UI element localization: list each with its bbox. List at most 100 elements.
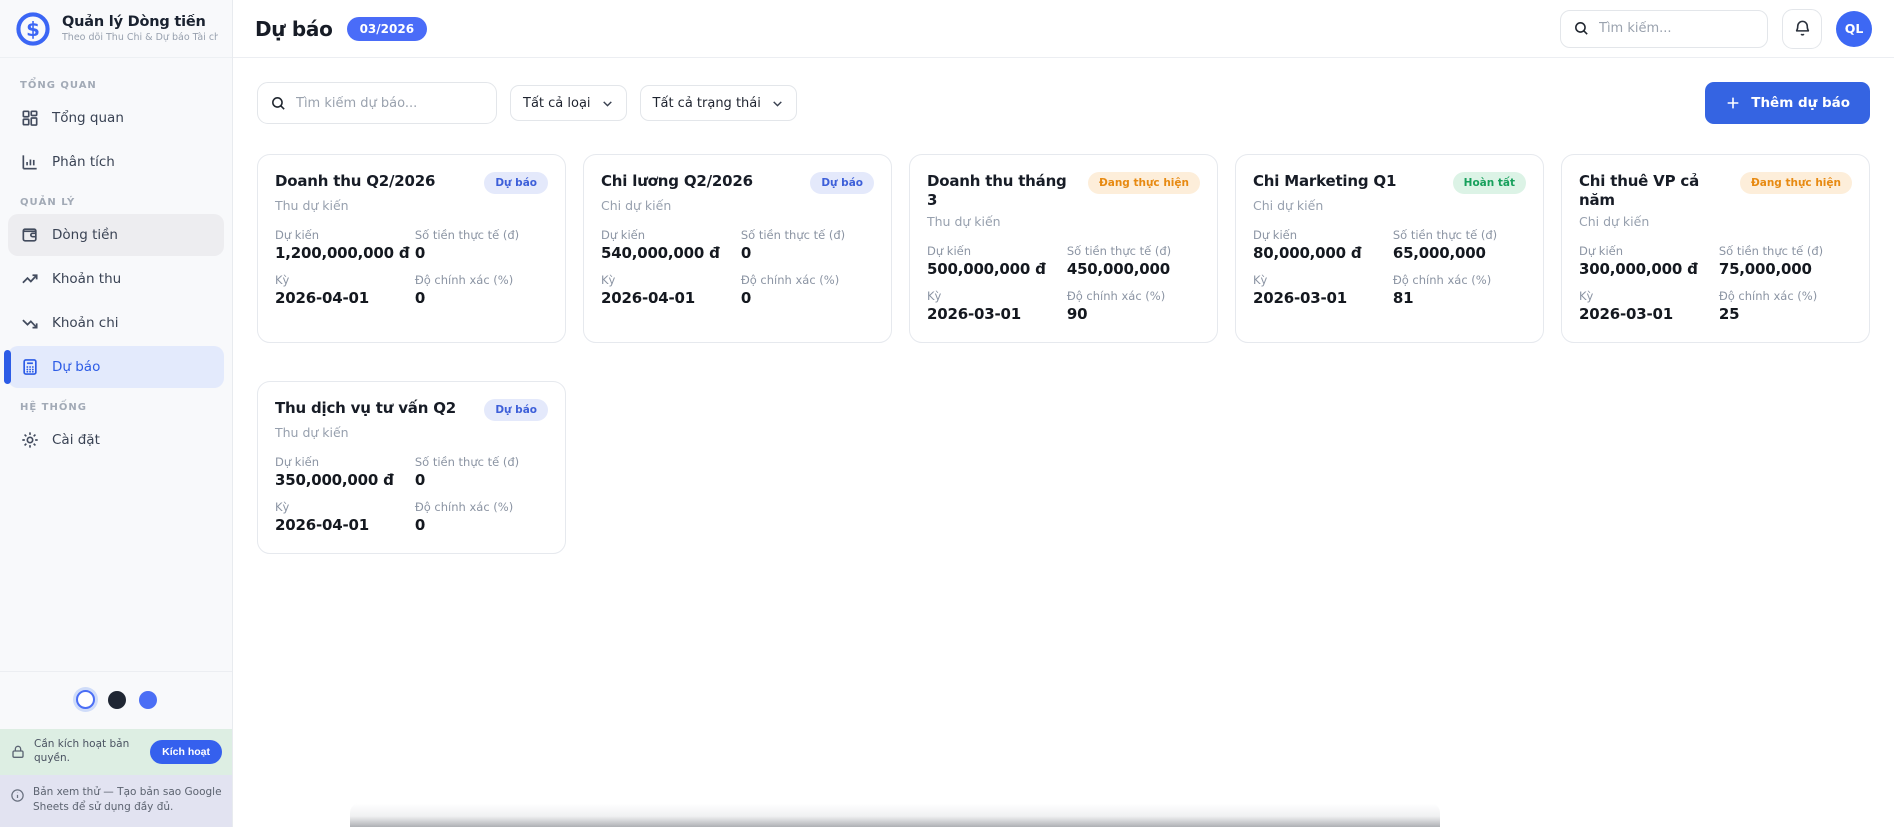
- add-forecast-label: Thêm dự báo: [1751, 95, 1850, 111]
- status-filter-select[interactable]: Tất cả trạng thái: [640, 85, 797, 121]
- license-banner: Cần kích hoạt bản quyền. Kích hoạt: [0, 729, 232, 774]
- status-badge: Đang thực hiện: [1740, 172, 1852, 194]
- bell-icon: [1793, 19, 1812, 38]
- accuracy-label: Độ chính xác (%): [1067, 289, 1200, 303]
- expected-value: 80,000,000 đ: [1253, 244, 1393, 262]
- forecast-search-input[interactable]: [296, 96, 484, 111]
- global-search[interactable]: [1560, 10, 1768, 48]
- period-label: Kỳ: [275, 500, 415, 514]
- forecast-search[interactable]: [257, 82, 497, 124]
- app-brand: $ Quản lý Dòng tiền Theo dõi Thu Chi & D…: [0, 0, 232, 58]
- theme-dot-dark[interactable]: [108, 691, 126, 709]
- actual-value: 450,000,000: [1067, 260, 1200, 278]
- forecast-card[interactable]: Chi Marketing Q1 Hoàn tất Chi dự kiến Dự…: [1235, 154, 1544, 343]
- forecast-toolbar: Tất cả loại Tất cả trạng thái Thêm dự bá…: [233, 58, 1894, 124]
- expected-label: Dự kiến: [275, 228, 415, 242]
- type-filter-value: Tất cả loại: [523, 96, 591, 111]
- period-label: Kỳ: [275, 273, 415, 287]
- accuracy-value: 25: [1719, 305, 1852, 323]
- sidebar-item-label: Phân tích: [52, 154, 115, 170]
- period-label: Kỳ: [601, 273, 741, 287]
- actual-value: 0: [415, 244, 548, 262]
- accuracy-value: 81: [1393, 289, 1526, 307]
- forecast-card-grid: Doanh thu Q2/2026 Dự báo Thu dự kiến Dự …: [233, 124, 1894, 554]
- sidebar-item-khoan-chi[interactable]: Khoản chi: [8, 302, 224, 344]
- page-title: Dự báo: [255, 17, 333, 41]
- global-search-input[interactable]: [1599, 21, 1755, 36]
- status-badge: Hoàn tất: [1453, 172, 1526, 194]
- trial-text: Bản xem thử — Tạo bản sao Google Sheets …: [33, 785, 222, 815]
- sidebar-item-label: Dòng tiền: [52, 227, 118, 243]
- sidebar: $ Quản lý Dòng tiền Theo dõi Thu Chi & D…: [0, 0, 233, 827]
- nav-section-label: Tổng quan: [20, 80, 226, 91]
- card-subtitle: Chi dự kiến: [601, 198, 874, 213]
- nav-section-label: Quản lý: [20, 197, 226, 208]
- theme-switcher: [0, 672, 232, 729]
- nav-section-label: Hệ thống: [20, 402, 226, 413]
- theme-dot-light[interactable]: [76, 690, 95, 709]
- actual-label: Số tiền thực tế (đ): [415, 455, 548, 469]
- card-subtitle: Thu dự kiến: [927, 214, 1200, 229]
- actual-label: Số tiền thực tế (đ): [1393, 228, 1526, 242]
- circle-dollar-logo-icon: $: [14, 10, 52, 48]
- accuracy-value: 90: [1067, 305, 1200, 323]
- card-subtitle: Chi dự kiến: [1579, 214, 1852, 229]
- grid-icon: [20, 108, 40, 128]
- notifications-button[interactable]: [1782, 9, 1822, 49]
- add-forecast-button[interactable]: Thêm dự báo: [1705, 82, 1870, 124]
- status-filter-value: Tất cả trạng thái: [653, 96, 761, 111]
- actual-label: Số tiền thực tế (đ): [1067, 244, 1200, 258]
- sidebar-footer: Cần kích hoạt bản quyền. Kích hoạt Bản x…: [0, 671, 232, 827]
- card-subtitle: Chi dự kiến: [1253, 198, 1526, 213]
- bar-chart-icon: [20, 152, 40, 172]
- actual-value: 0: [741, 244, 874, 262]
- sidebar-item-tong-quan[interactable]: Tổng quan: [8, 97, 224, 139]
- period-value: 2026-03-01: [927, 305, 1067, 323]
- accuracy-value: 0: [741, 289, 874, 307]
- sidebar-item-cai-đat[interactable]: Cài đặt: [8, 419, 224, 461]
- sidebar-item-dong-tien[interactable]: Dòng tiền: [8, 214, 224, 256]
- app-title: Quản lý Dòng tiền: [62, 14, 218, 30]
- actual-value: 65,000,000: [1393, 244, 1526, 262]
- status-badge: Dự báo: [810, 172, 874, 194]
- info-icon: [10, 788, 25, 803]
- expected-label: Dự kiến: [275, 455, 415, 469]
- period-label: Kỳ: [1579, 289, 1719, 303]
- user-avatar[interactable]: QL: [1836, 11, 1872, 47]
- card-title: Chi thuê VP cả năm: [1579, 172, 1732, 210]
- activate-button[interactable]: Kích hoạt: [150, 740, 222, 764]
- forecast-card[interactable]: Chi thuê VP cả năm Đang thực hiện Chi dự…: [1561, 154, 1870, 343]
- main-area: Dự báo 03/2026 QL Tấ: [233, 0, 1894, 827]
- sidebar-item-label: Cài đặt: [52, 432, 100, 448]
- sidebar-item-du-bao[interactable]: Dự báo: [8, 346, 224, 388]
- forecast-card[interactable]: Thu dịch vụ tư vấn Q2 Dự báo Thu dự kiến…: [257, 381, 566, 554]
- sidebar-item-khoan-thu[interactable]: Khoản thu: [8, 258, 224, 300]
- gear-icon: [20, 430, 40, 450]
- expected-label: Dự kiến: [1253, 228, 1393, 242]
- expected-value: 1,200,000,000 đ: [275, 244, 415, 262]
- accuracy-label: Độ chính xác (%): [415, 273, 548, 287]
- type-filter-select[interactable]: Tất cả loại: [510, 85, 627, 121]
- search-icon: [1573, 20, 1590, 37]
- expected-value: 500,000,000 đ: [927, 260, 1067, 278]
- calculator-icon: [20, 357, 40, 377]
- theme-dot-blue[interactable]: [139, 691, 157, 709]
- period-value: 2026-04-01: [275, 289, 415, 307]
- forecast-card[interactable]: Chi lương Q2/2026 Dự báo Chi dự kiến Dự …: [583, 154, 892, 343]
- forecast-card[interactable]: Doanh thu Q2/2026 Dự báo Thu dự kiến Dự …: [257, 154, 566, 343]
- period-value: 2026-04-01: [275, 516, 415, 534]
- sidebar-item-phan-tich[interactable]: Phân tích: [8, 141, 224, 183]
- accuracy-label: Độ chính xác (%): [1393, 273, 1526, 287]
- card-title: Doanh thu Q2/2026: [275, 172, 435, 191]
- period-label: Kỳ: [1253, 273, 1393, 287]
- license-text: Cần kích hoạt bản quyền.: [34, 738, 142, 765]
- actual-label: Số tiền thực tế (đ): [1719, 244, 1852, 258]
- expected-value: 540,000,000 đ: [601, 244, 741, 262]
- forecast-card[interactable]: Doanh thu tháng 3 Đang thực hiện Thu dự …: [909, 154, 1218, 343]
- actual-value: 75,000,000: [1719, 260, 1852, 278]
- sidebar-item-label: Tổng quan: [52, 110, 124, 126]
- actual-value: 0: [415, 471, 548, 489]
- card-title: Thu dịch vụ tư vấn Q2: [275, 399, 456, 418]
- sidebar-nav: Tổng quan Tổng quan Phân tích Quản lý Dòng t…: [0, 58, 232, 671]
- search-icon: [270, 95, 287, 112]
